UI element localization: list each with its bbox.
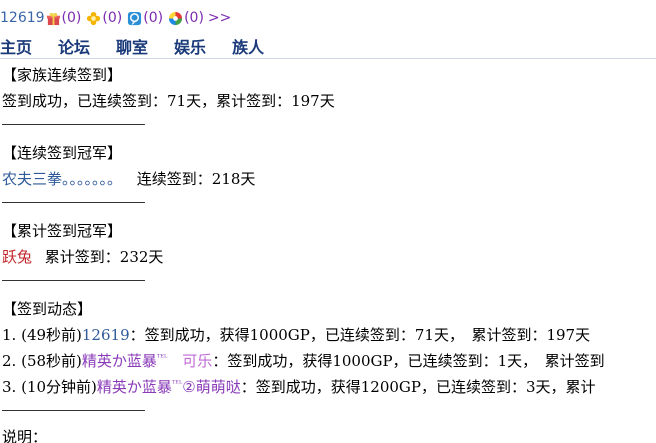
more-link[interactable]: >> bbox=[208, 10, 231, 26]
section-divider bbox=[2, 202, 145, 203]
activity-user-link[interactable]: 精英か蓝暴ᵀᴱᴸ 可乐 bbox=[82, 352, 212, 370]
total-champion-heading: 【累计签到冠军】 bbox=[2, 222, 123, 240]
nav-clan-members[interactable]: 族人 bbox=[232, 34, 264, 57]
total-champion-row: 跃兔 累计签到：232天 bbox=[2, 246, 163, 267]
family-checkin-heading: 【家族连续签到】 bbox=[2, 66, 123, 84]
nav-entertainment[interactable]: 娱乐 bbox=[174, 34, 206, 57]
section-divider bbox=[2, 410, 145, 411]
activity-item: 2. (58秒前)精英か蓝暴ᵀᴱᴸ 可乐：签到成功，获得1000GP，已连续签到… bbox=[2, 350, 605, 371]
nav-chatroom[interactable]: 聊室 bbox=[116, 34, 148, 57]
activity-user-tail[interactable]: ②萌萌哒 bbox=[182, 378, 240, 396]
chat-bubble-icon[interactable] bbox=[127, 11, 142, 26]
activity-index: 3. bbox=[2, 378, 17, 396]
activity-message: ：签到成功，获得1200GP，已连续签到：3天，累计 bbox=[240, 378, 596, 396]
footer-note-label: 说明： bbox=[2, 428, 48, 443]
nav-home[interactable]: 主页 bbox=[0, 34, 32, 57]
activity-index: 1. bbox=[2, 326, 17, 344]
streak-champion-name[interactable]: 农夫三拳。。。。。。。 bbox=[2, 170, 122, 188]
total-champion-days: 累计签到：232天 bbox=[44, 248, 164, 266]
section-divider bbox=[2, 124, 145, 125]
total-champion-name[interactable]: 跃兔 bbox=[2, 248, 32, 266]
chat-count[interactable]: (0) bbox=[143, 10, 163, 26]
flower-icon[interactable] bbox=[86, 11, 101, 26]
gift-icon[interactable] bbox=[46, 11, 61, 26]
family-checkin-result: 签到成功，已连续签到：71天，累计签到：197天 bbox=[2, 92, 335, 110]
activity-message: ：签到成功，获得1000GP，已连续签到：71天， 累计签到：197天 bbox=[129, 326, 591, 344]
colorwheel-count[interactable]: (0) bbox=[184, 10, 204, 26]
streak-champion-days: 连续签到：218天 bbox=[136, 170, 256, 188]
activity-time: (58秒前) bbox=[21, 352, 82, 370]
activity-index: 2. bbox=[2, 352, 17, 370]
activity-user-link[interactable]: 精英か蓝暴ᵀᴱᴸ②萌萌哒 bbox=[97, 378, 241, 396]
activity-heading: 【签到动态】 bbox=[2, 300, 93, 318]
page: 12619 (0) (0) (0) (0) >> 主页 论坛 聊室 娱乐 族人 … bbox=[0, 0, 656, 443]
activity-message: ：签到成功，获得1000GP，已连续签到：1天， 累计签到 bbox=[212, 352, 605, 370]
activity-user-suffix: ᵀᴱᴸ bbox=[156, 353, 168, 362]
gift-count[interactable]: (0) bbox=[62, 10, 82, 26]
flower-count[interactable]: (0) bbox=[102, 10, 122, 26]
activity-user-name[interactable]: 精英か蓝暴 bbox=[97, 378, 172, 396]
user-id-link[interactable]: 12619 bbox=[0, 10, 45, 26]
activity-time: (10分钟前) bbox=[21, 378, 97, 396]
activity-item: 3. (10分钟前)精英か蓝暴ᵀᴱᴸ②萌萌哒：签到成功，获得1200GP，已连续… bbox=[2, 376, 596, 397]
activity-user-link[interactable]: 12619 bbox=[82, 326, 130, 344]
activity-user-suffix: ᵀᴱᴸ bbox=[171, 379, 183, 388]
nav-forum[interactable]: 论坛 bbox=[58, 34, 90, 57]
nav-divider bbox=[0, 58, 656, 59]
section-divider bbox=[2, 280, 145, 281]
activity-user-name[interactable]: 精英か蓝暴 bbox=[82, 352, 157, 370]
activity-item: 1. (49秒前)12619：签到成功，获得1000GP，已连续签到：71天， … bbox=[2, 324, 590, 345]
colorwheel-icon[interactable] bbox=[168, 11, 183, 26]
streak-champion-row: 农夫三拳。。。。。。。 连续签到：218天 bbox=[2, 168, 255, 189]
top-status-bar: 12619 (0) (0) (0) (0) >> bbox=[0, 6, 231, 30]
main-nav: 主页 论坛 聊室 娱乐 族人 bbox=[0, 34, 290, 57]
streak-champion-heading: 【连续签到冠军】 bbox=[2, 144, 123, 162]
activity-time: (49秒前) bbox=[21, 326, 82, 344]
activity-user-tail[interactable]: 可乐 bbox=[167, 352, 212, 370]
